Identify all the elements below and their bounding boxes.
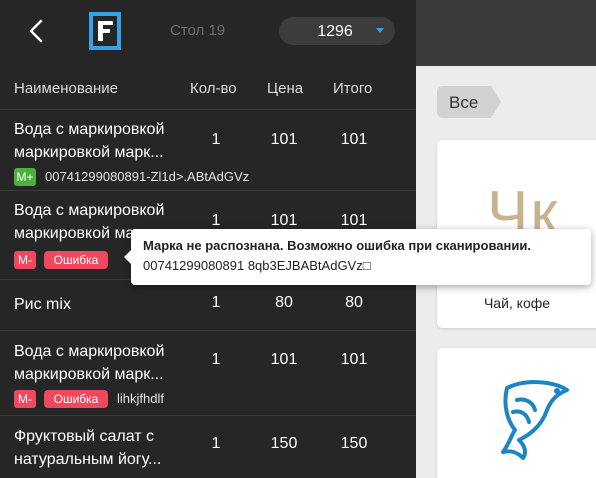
error-badge[interactable]: Ошибка	[44, 251, 108, 269]
category-label: Чай, кофе	[483, 295, 551, 311]
item-name: Вода с маркировкой маркировкой марк...	[14, 343, 165, 383]
category-card-fish[interactable]	[437, 348, 596, 478]
caret-down-icon	[376, 28, 384, 33]
item-total: 80	[345, 294, 363, 311]
order-row[interactable]: Вода с маркировкой маркировкой марк... 1…	[0, 332, 416, 416]
order-number: 1296	[317, 23, 353, 40]
mark-code: lihkjfhdlf	[117, 391, 164, 406]
fish-icon	[501, 380, 569, 460]
item-name: Вода с маркировкой маркировкой марк...	[14, 121, 165, 161]
table-header: Наименование Кол-во Цена Итого	[0, 76, 416, 110]
item-qty: 1	[211, 294, 221, 311]
item-total: 101	[340, 131, 368, 148]
order-row[interactable]: Рис mix 1 80 80	[0, 281, 416, 331]
tooltip-title: Марка не распознана. Возможно ошибка при…	[143, 238, 531, 253]
item-price: 101	[270, 351, 298, 368]
item-qty: 1	[211, 351, 221, 368]
item-price: 80	[275, 294, 293, 311]
order-row[interactable]: Вода с маркировкой маркировкой марк... 1…	[0, 111, 416, 191]
item-total: 101	[340, 351, 368, 368]
item-qty: 1	[211, 131, 221, 148]
item-price: 150	[270, 435, 298, 452]
column-qty: Кол-во	[190, 80, 237, 97]
order-number-select[interactable]: 1296	[279, 17, 395, 45]
mark-ok-badge: M+	[14, 168, 36, 186]
column-total: Итого	[333, 80, 373, 97]
item-price: 101	[270, 212, 298, 229]
catalog-header	[416, 0, 596, 66]
tooltip-code: 00741299080891 8qb3EJBABtAdGVz□	[143, 258, 371, 273]
category-tab-all[interactable]: Все	[437, 86, 501, 118]
mark-error-badge: M-	[14, 390, 36, 408]
category-tab-label: Все	[449, 93, 479, 112]
order-row[interactable]: Фруктовый салат с натуральным йогу... 1 …	[0, 417, 416, 478]
back-arrow-icon[interactable]	[26, 18, 46, 44]
item-total: 101	[340, 212, 368, 229]
scan-error-tooltip: Марка не распознана. Возможно ошибка при…	[124, 229, 591, 285]
order-header: Стол 19 1296	[0, 0, 416, 66]
tooltip-arrow	[124, 250, 131, 264]
item-total: 150	[340, 435, 368, 452]
item-name: Фруктовый салат с натуральным йогу...	[14, 428, 162, 468]
table-label: Стол 19	[170, 22, 226, 39]
item-name: Рис mix	[14, 296, 71, 313]
mark-code: 00741299080891-Zl1d>.ABtAdGVz	[45, 169, 250, 184]
mark-error-badge: M-	[14, 251, 36, 269]
app-logo-icon	[89, 12, 121, 50]
error-badge[interactable]: Ошибка	[44, 390, 108, 408]
column-name: Наименование	[14, 80, 118, 97]
item-price: 101	[270, 131, 298, 148]
column-price: Цена	[267, 80, 304, 97]
item-qty: 1	[211, 212, 221, 229]
item-qty: 1	[211, 435, 221, 452]
